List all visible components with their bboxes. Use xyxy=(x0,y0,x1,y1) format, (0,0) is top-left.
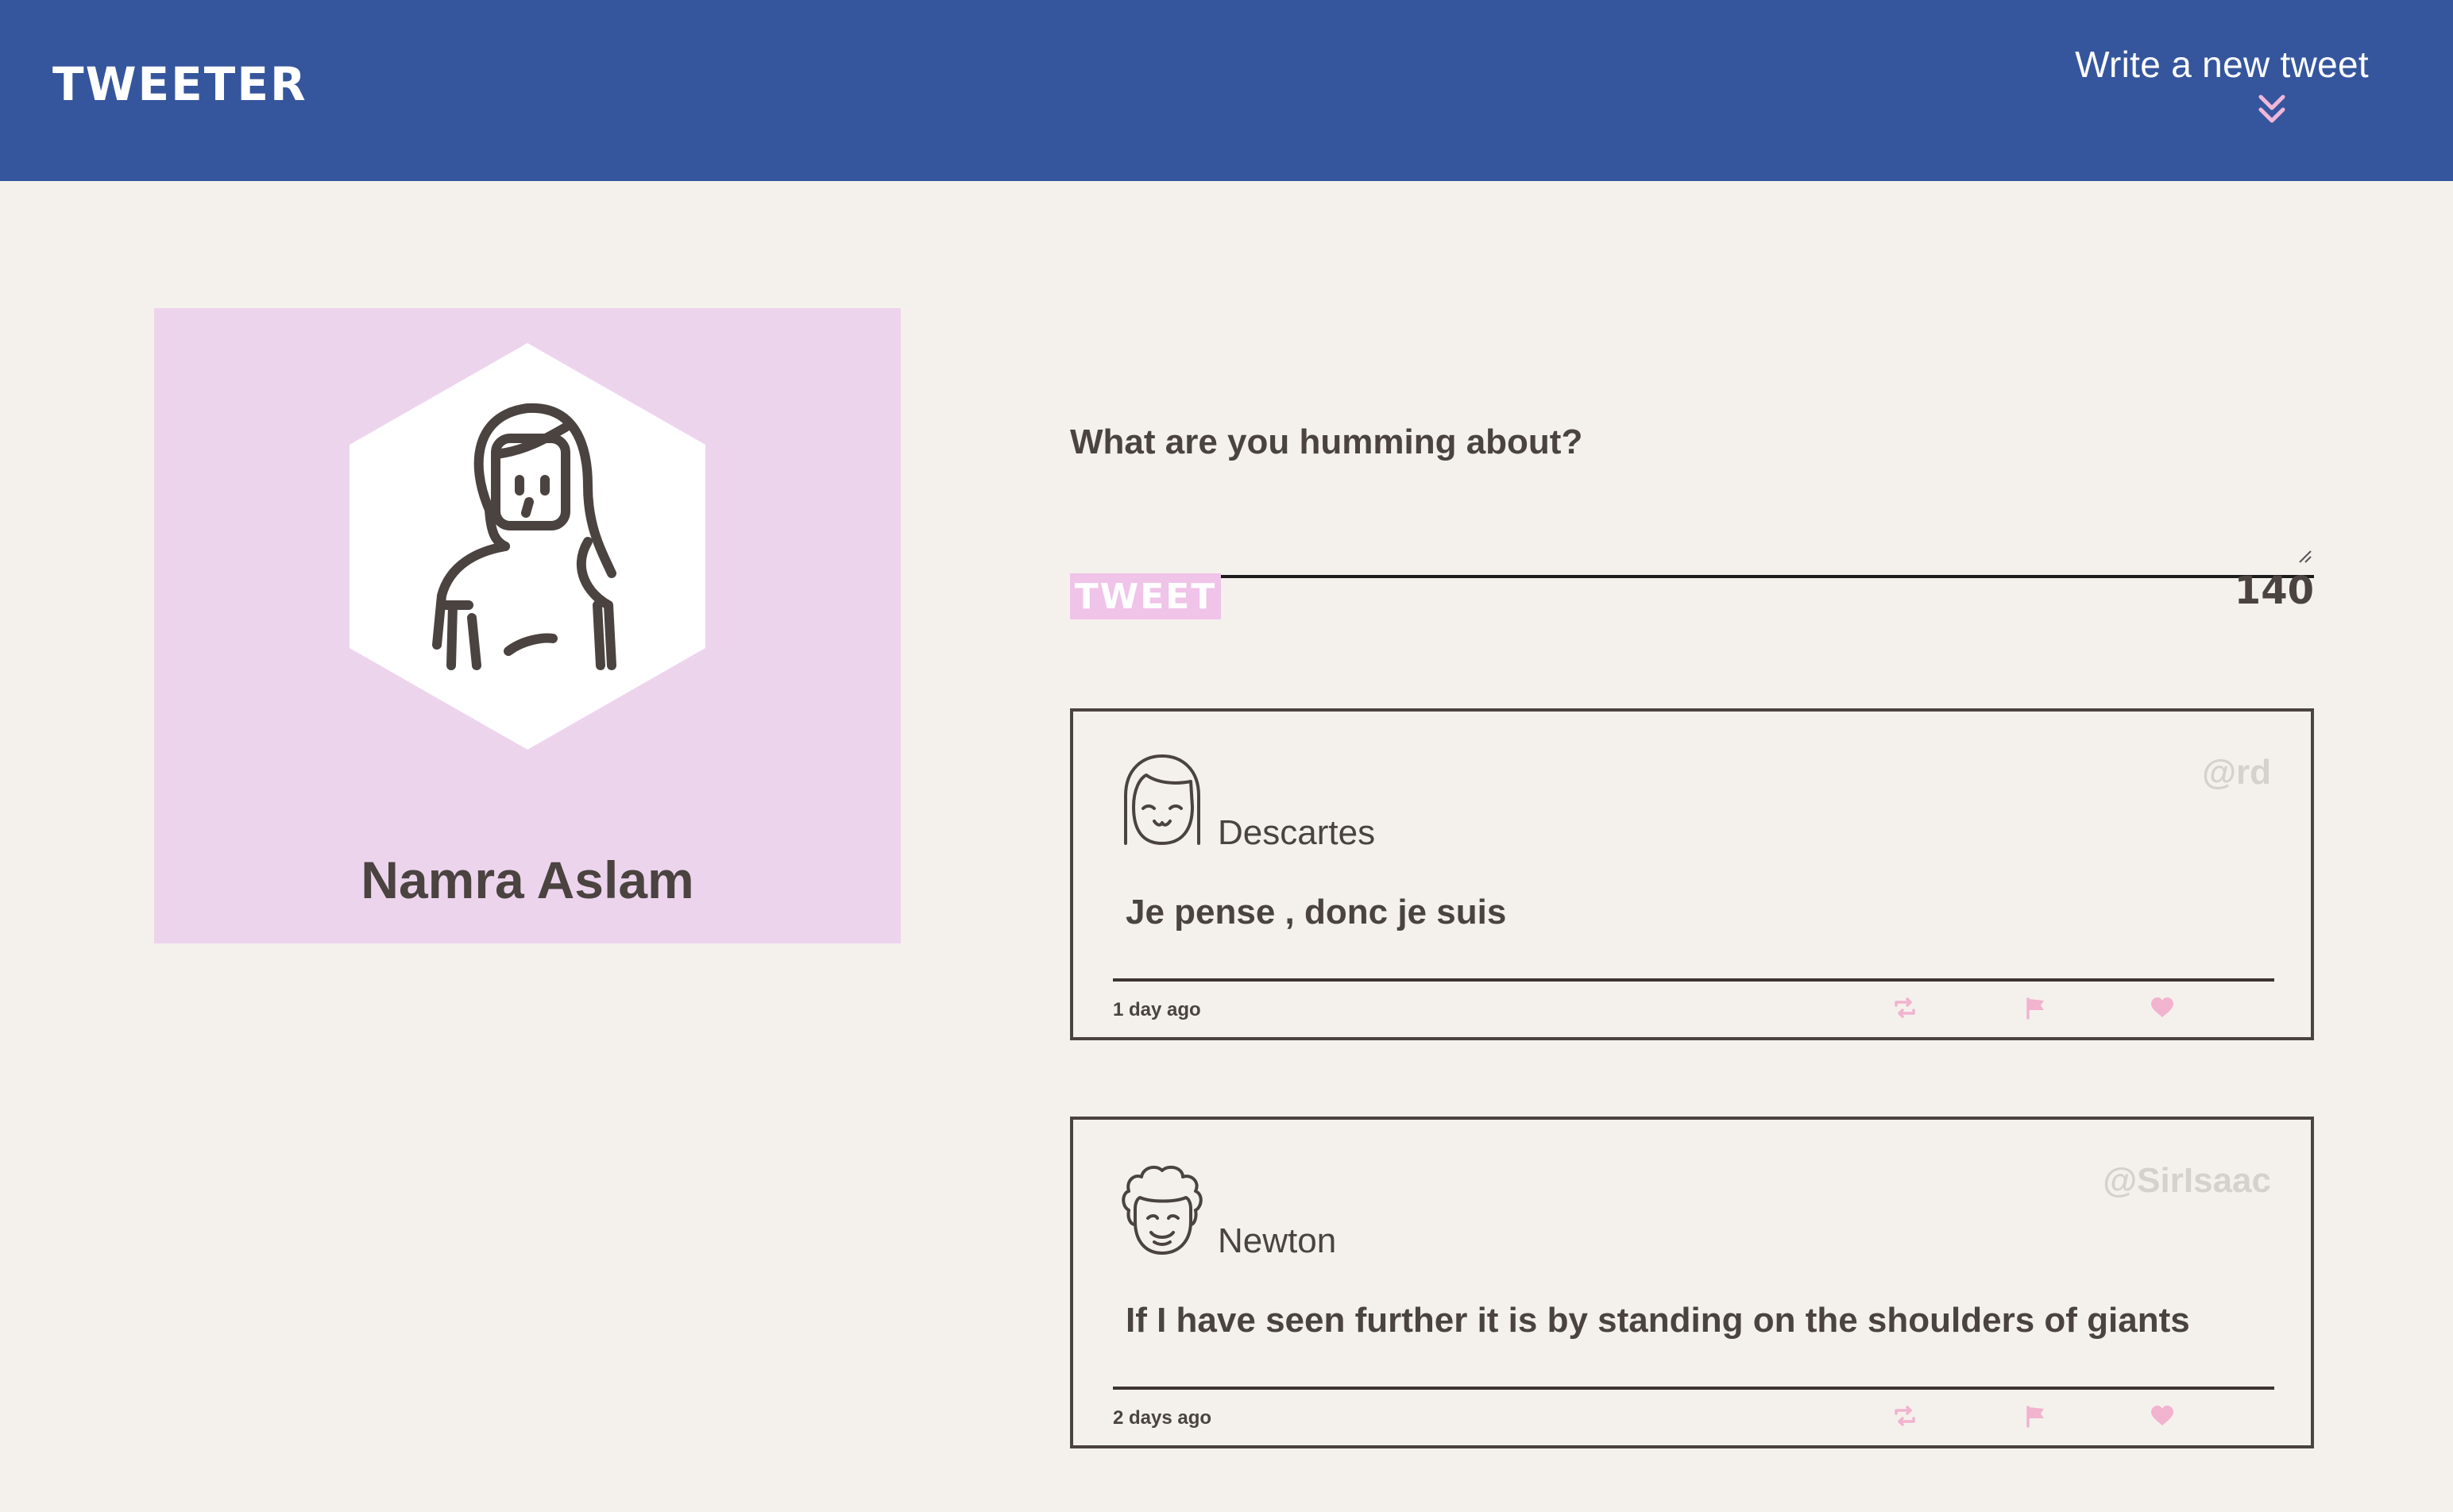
character-counter: 140 xyxy=(2234,569,2314,613)
write-new-tweet-toggle[interactable]: Write a new tweet xyxy=(2051,43,2369,138)
tweet-submit-button[interactable]: TWEET xyxy=(1070,573,1221,619)
heart-icon[interactable] xyxy=(2149,996,2176,1020)
tweet-content: Je pense , donc je suis xyxy=(1126,893,1507,932)
flag-icon[interactable] xyxy=(2022,1404,2049,1428)
girl-avatar-icon xyxy=(1124,754,1200,845)
profile-avatar xyxy=(350,343,705,750)
tweet-timestamp: 2 days ago xyxy=(1113,1407,1212,1429)
tweet-handle: @rd xyxy=(2202,753,2271,792)
resize-grip-icon[interactable] xyxy=(2297,548,2312,564)
curly-hair-avatar-icon xyxy=(1122,1165,1203,1255)
tweet-content: If I have seen further it is by standing… xyxy=(1126,1301,2190,1340)
flag-icon[interactable] xyxy=(2022,996,2049,1020)
tweet-input[interactable] xyxy=(1070,484,2314,578)
tweet-card: Newton @SirIsaac If I have seen further … xyxy=(1070,1117,2314,1448)
tweet-card: Descartes @rd Je pense , donc je suis 1 … xyxy=(1070,708,2314,1040)
tweet-handle: @SirIsaac xyxy=(2103,1161,2271,1200)
tweet-input-label: What are you humming about? xyxy=(1070,422,1583,461)
top-nav: TWEETER Write a new tweet xyxy=(0,0,2453,181)
retweet-icon[interactable] xyxy=(1891,1404,1918,1428)
tweet-author: Descartes xyxy=(1218,813,1376,852)
profile-name: Namra Aslam xyxy=(361,850,694,909)
new-tweet-form: What are you humming about? TWEET 140 xyxy=(1070,413,2314,619)
profile-card: Namra Aslam xyxy=(154,308,901,943)
double-chevron-down-icon[interactable] xyxy=(2256,92,2288,127)
tweet-author: Newton xyxy=(1218,1221,1337,1260)
write-new-tweet-label[interactable]: Write a new tweet xyxy=(2051,43,2369,86)
tweet-divider xyxy=(1113,978,2274,982)
tweet-divider xyxy=(1113,1387,2274,1390)
retweet-icon[interactable] xyxy=(1891,996,1918,1020)
heart-icon[interactable] xyxy=(2149,1404,2176,1428)
tweet-timestamp: 1 day ago xyxy=(1113,999,1201,1020)
brand-logo[interactable]: TWEETER xyxy=(52,57,307,111)
